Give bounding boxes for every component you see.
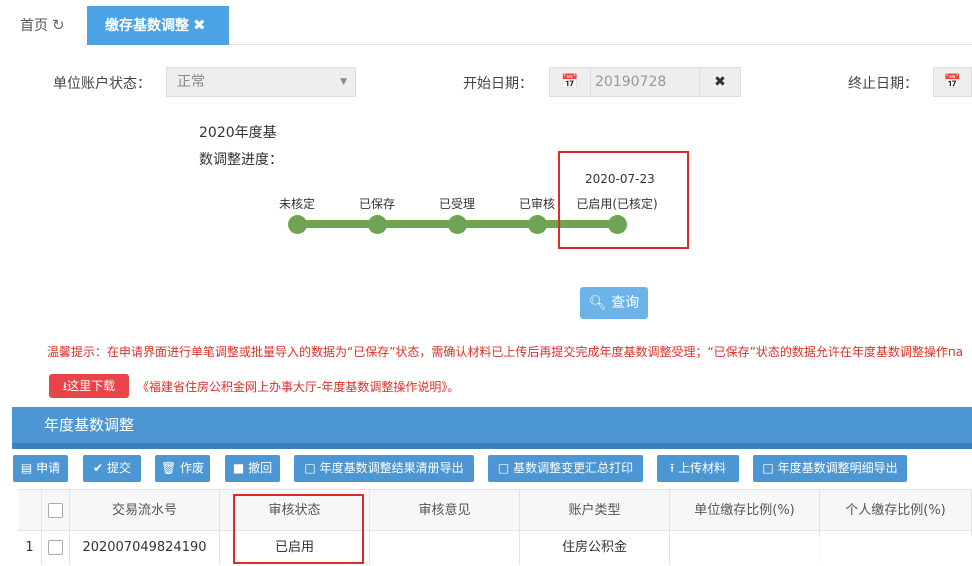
submit-button[interactable]: ✔ 提交 xyxy=(83,455,141,482)
column-header[interactable]: 账户类型 xyxy=(520,489,670,531)
row-checkbox[interactable] xyxy=(48,540,63,555)
apply-button[interactable]: ▤ 申请 xyxy=(13,455,68,482)
tab-base-adjustment[interactable]: 缴存基数调整 ✖ xyxy=(87,6,229,45)
tab-bar: 首页 ↻ 缴存基数调整 ✖ xyxy=(0,0,972,45)
export-detail-button[interactable]: □ 年度基数调整明细导出 xyxy=(753,455,907,482)
column-header[interactable]: 审核意见 xyxy=(370,489,520,531)
calendar-icon[interactable]: 📅 xyxy=(549,67,591,97)
progress-title: 2020年度基数调整进度： xyxy=(199,125,283,168)
toolbar-label: 上传材料 xyxy=(678,461,727,475)
tab-home-label: 首页 xyxy=(20,18,48,34)
progress-step-label: 已受理 xyxy=(438,197,476,211)
account-status-value: 正常 xyxy=(177,74,205,90)
column-header[interactable]: 交易流水号 xyxy=(70,489,220,531)
row-index: 1 xyxy=(18,531,42,565)
account-status-label: 单位账户状态： xyxy=(53,76,151,92)
row-index-header xyxy=(18,489,42,531)
progress-step-label: 已保存 xyxy=(358,197,396,211)
query-button-label: 查询 xyxy=(611,295,640,311)
column-header[interactable]: 个人缴存比例(%) xyxy=(820,489,972,531)
check-icon: ✔ xyxy=(93,461,104,475)
trash-icon: 🗑︎ xyxy=(160,461,177,475)
start-date-input[interactable]: 20190728 xyxy=(590,67,700,97)
progress-step-label: 未核定 xyxy=(278,197,316,211)
end-date-label: 终止日期： xyxy=(848,76,918,92)
download-button-label: 这里下载 xyxy=(67,379,116,393)
print-summary-button[interactable]: □ 基数调整变更汇总打印 xyxy=(488,455,643,482)
upload-material-button[interactable]: ⭱ 上传材料 xyxy=(657,455,739,482)
progress-node xyxy=(288,215,307,234)
toolbar-label: 申请 xyxy=(36,461,61,475)
start-date-label: 开始日期： xyxy=(463,76,533,92)
tab-home[interactable]: 首页 ↻ xyxy=(0,6,86,45)
query-button[interactable]: 🔍︎ 查询 xyxy=(580,287,648,319)
download-note: 《福建省住房公积金网上办事大厅-年度基数调整操作说明》。 xyxy=(137,380,460,394)
toolbar-label: 基数调整变更汇总打印 xyxy=(513,461,634,475)
folder-icon: ■ xyxy=(232,461,245,475)
file-icon: ▤ xyxy=(20,461,33,475)
notice-text: 温馨提示：在申请界面进行单笔调整或批量导入的数据为“已保存”状态，需确认材料已上… xyxy=(47,345,964,359)
column-header[interactable]: 单位缴存比例(%) xyxy=(670,489,820,531)
toolbar-label: 作废 xyxy=(180,461,205,475)
content-area xyxy=(0,45,972,566)
toolbar-label: 年度基数调整明细导出 xyxy=(777,461,898,475)
highlight-box xyxy=(558,151,689,249)
table-header-row: 交易流水号 审核状态 审核意见 账户类型 单位缴存比例(%) 个人缴存比例(%) xyxy=(18,489,972,531)
highlight-box xyxy=(233,494,364,564)
progress-step-label: 已审核 xyxy=(518,197,556,211)
folder-open-icon: □ xyxy=(762,461,774,475)
search-icon: 🔍︎ xyxy=(588,295,607,311)
account-type-cell: 住房公积金 xyxy=(520,531,670,565)
toolbar-label: 提交 xyxy=(106,461,131,475)
account-status-select[interactable]: 正常 ▼ xyxy=(166,67,356,97)
clear-date-button[interactable]: ✖ xyxy=(699,67,741,97)
progress-node xyxy=(528,215,547,234)
progress-node xyxy=(368,215,387,234)
calendar-icon[interactable]: 📅 xyxy=(933,67,972,97)
withdraw-button[interactable]: ■ 撤回 xyxy=(225,455,280,482)
export-result-button[interactable]: □ 年度基数调整结果清册导出 xyxy=(294,455,474,482)
progress-node xyxy=(448,215,467,234)
opinion-cell xyxy=(370,531,520,565)
void-button[interactable]: 🗑︎ 作废 xyxy=(155,455,210,482)
chevron-down-icon: ▼ xyxy=(340,77,347,87)
fade-overlay xyxy=(730,536,972,566)
toolbar-label: 年度基数调整结果清册导出 xyxy=(319,461,464,475)
upload-icon: ⭱ xyxy=(669,461,675,475)
select-all-checkbox[interactable] xyxy=(48,503,63,518)
folder-open-icon: □ xyxy=(304,461,316,475)
tab-active-label: 缴存基数调整 xyxy=(105,18,189,34)
folder-open-icon: □ xyxy=(497,461,510,475)
refresh-icon[interactable]: ↻ xyxy=(52,16,65,34)
select-all-cell xyxy=(42,489,70,531)
close-icon[interactable]: ✖ xyxy=(193,16,206,34)
row-select-cell xyxy=(42,531,70,565)
serial-cell: 202007049824190 xyxy=(70,531,220,565)
toolbar-label: 撤回 xyxy=(248,461,273,475)
panel-title: 年度基数调整 xyxy=(12,407,972,449)
download-button[interactable]: ⭳这里下载 xyxy=(49,374,129,398)
